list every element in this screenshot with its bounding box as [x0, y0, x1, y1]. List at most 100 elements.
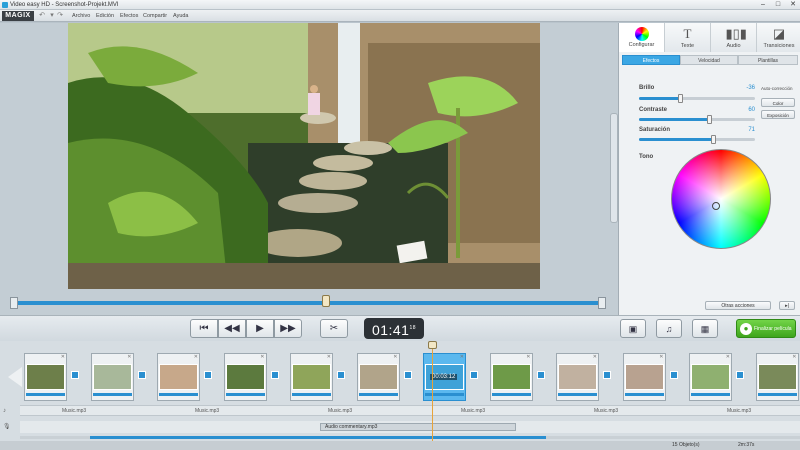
transition-marker[interactable] [270, 371, 279, 379]
color-wheel-picker[interactable] [712, 202, 720, 210]
timeline-clip[interactable]: ✕ [223, 353, 267, 401]
scrubber-track[interactable] [10, 301, 606, 305]
timeline-clip[interactable]: ✕ [489, 353, 533, 401]
video-preview[interactable] [68, 23, 540, 289]
brillo-slider[interactable] [639, 94, 755, 103]
timeline-playhead[interactable] [428, 341, 437, 441]
add-music-button[interactable]: ♫ [656, 319, 682, 338]
timeline-clip[interactable]: ✕ [157, 353, 200, 401]
audio-commentary-clip[interactable]: Audio commentary.mp3 [320, 423, 516, 431]
add-video-button[interactable]: ▦ [692, 319, 718, 338]
music-track[interactable] [20, 405, 800, 416]
redo-icon[interactable]: ↷ [56, 12, 64, 20]
play-button[interactable]: ▶ [246, 319, 274, 338]
cut-button[interactable]: ✂ [320, 319, 348, 338]
transition-marker[interactable] [137, 371, 146, 379]
menu-edicion[interactable]: Edición [96, 13, 114, 19]
auto-correction-label: Auto-corrección [761, 86, 793, 91]
transition-marker[interactable] [669, 371, 678, 379]
scroll-left-arrow[interactable] [8, 367, 22, 387]
transition-marker[interactable] [337, 371, 345, 379]
transition-marker[interactable] [603, 371, 611, 379]
music-clip-label: Music.mp3 [328, 408, 353, 414]
clip-thumbnail [491, 364, 531, 390]
timeline-clip[interactable]: ✕ [24, 353, 67, 401]
clip-delete-icon[interactable]: ✕ [127, 354, 131, 360]
transition-marker[interactable] [204, 371, 212, 379]
contraste-slider-handle[interactable] [706, 115, 712, 124]
timeline-clip[interactable]: ✕ [622, 353, 666, 401]
timeline-scrollbar[interactable] [20, 436, 800, 439]
tab-texte[interactable]: T Texte [665, 23, 711, 52]
timeline-clip[interactable]: ✕ [356, 353, 400, 401]
close-window-button[interactable]: ✕ [786, 1, 800, 9]
microphone-icon: 🎙 [3, 424, 11, 430]
subtab-efectos[interactable]: Efectos [622, 55, 680, 65]
clip-thumbnail [624, 364, 664, 390]
audio-icon: ▮▯▮ [725, 26, 747, 41]
clip-delete-icon[interactable]: ✕ [260, 354, 264, 360]
maximize-button[interactable]: □ [771, 1, 785, 9]
tab-configurar[interactable]: Configurar [619, 23, 665, 52]
menu-efectos[interactable]: Efectos [120, 13, 138, 19]
menu-ayuda[interactable]: Ayuda [173, 13, 189, 19]
clip-delete-icon[interactable]: ✕ [393, 354, 397, 360]
transition-marker[interactable] [470, 371, 478, 379]
clip-delete-icon[interactable]: ✕ [194, 354, 198, 360]
saturacion-slider-handle[interactable] [711, 135, 717, 144]
rewind-button[interactable]: ◀◀ [218, 319, 246, 338]
go-to-start-button[interactable]: ⏮ [190, 319, 218, 338]
timeline-clip[interactable]: ✕ [689, 353, 732, 401]
clip-delete-icon[interactable]: ✕ [327, 354, 331, 360]
subtab-velocidad[interactable]: Velocidad [680, 55, 738, 65]
timeline-clip[interactable]: ✕ [556, 353, 599, 401]
transition-marker[interactable] [736, 371, 744, 379]
menu-compartir[interactable]: Compartir [143, 13, 167, 19]
transition-marker[interactable] [536, 371, 545, 379]
undo-icon[interactable]: ↶ [38, 12, 46, 20]
timeline-scrollbar-thumb[interactable] [90, 436, 546, 439]
timeline-clip[interactable]: ✕ [90, 353, 134, 401]
title-bar: Video easy HD - Screenshot-Projekt.MVI –… [0, 0, 800, 10]
saturacion-slider[interactable] [639, 135, 755, 144]
contraste-slider[interactable] [639, 115, 755, 124]
scrubber-start-marker[interactable] [10, 297, 18, 309]
preview-scrubber[interactable] [10, 295, 606, 309]
clip-delete-icon[interactable]: ✕ [593, 354, 597, 360]
status-duration: 2m:37s [738, 442, 755, 448]
clip-delete-icon[interactable]: ✕ [526, 354, 530, 360]
timeline-clip[interactable]: ✕ 00:03:12 [423, 353, 466, 401]
clip-delete-icon[interactable]: ✕ [792, 354, 796, 360]
playhead-handle[interactable] [428, 341, 437, 349]
timeline-clip[interactable]: ✕ [755, 353, 799, 401]
add-photo-button[interactable]: ▣ [620, 319, 646, 338]
tab-audio[interactable]: ▮▯▮ Audio [711, 23, 757, 52]
undo-dropdown-icon[interactable]: ▾ [48, 12, 56, 20]
brillo-slider-handle[interactable] [677, 94, 683, 103]
subtab-plantillas[interactable]: Plantillas [738, 55, 798, 65]
fast-forward-button[interactable]: ▶▶ [274, 319, 302, 338]
menu-bar: MAGIX ↶ ▾ ↷ Archivo Edición Efectos Comp… [0, 10, 800, 22]
tab-transiciones[interactable]: ◪ Transiciones [757, 23, 800, 52]
color-button[interactable]: Color [761, 98, 795, 107]
panel-collapse-handle[interactable] [610, 113, 618, 223]
minimize-button[interactable]: – [756, 1, 770, 9]
otras-acciones-arrow-button[interactable]: ▸| [779, 301, 795, 310]
clip-delete-icon[interactable]: ✕ [726, 354, 730, 360]
timeline-clip[interactable]: ✕ [290, 353, 333, 401]
transition-marker[interactable] [403, 371, 412, 379]
transition-marker[interactable] [71, 371, 79, 379]
finish-movie-button[interactable]: ● Finalizar película [736, 319, 796, 338]
exposicion-button[interactable]: Exposición [761, 110, 795, 119]
contraste-slider-fill [639, 118, 709, 121]
scrubber-handle[interactable] [322, 295, 330, 307]
scrubber-end-marker[interactable] [598, 297, 606, 309]
clip-duration-bar [558, 393, 597, 396]
hue-color-wheel[interactable] [671, 149, 771, 249]
clip-delete-icon[interactable]: ✕ [460, 354, 464, 360]
otras-acciones-button[interactable]: Otras acciones [705, 301, 771, 310]
menu-archivo[interactable]: Archivo [72, 13, 90, 19]
clip-delete-icon[interactable]: ✕ [61, 354, 65, 360]
brillo-value: -36 [746, 85, 755, 91]
clip-delete-icon[interactable]: ✕ [659, 354, 663, 360]
